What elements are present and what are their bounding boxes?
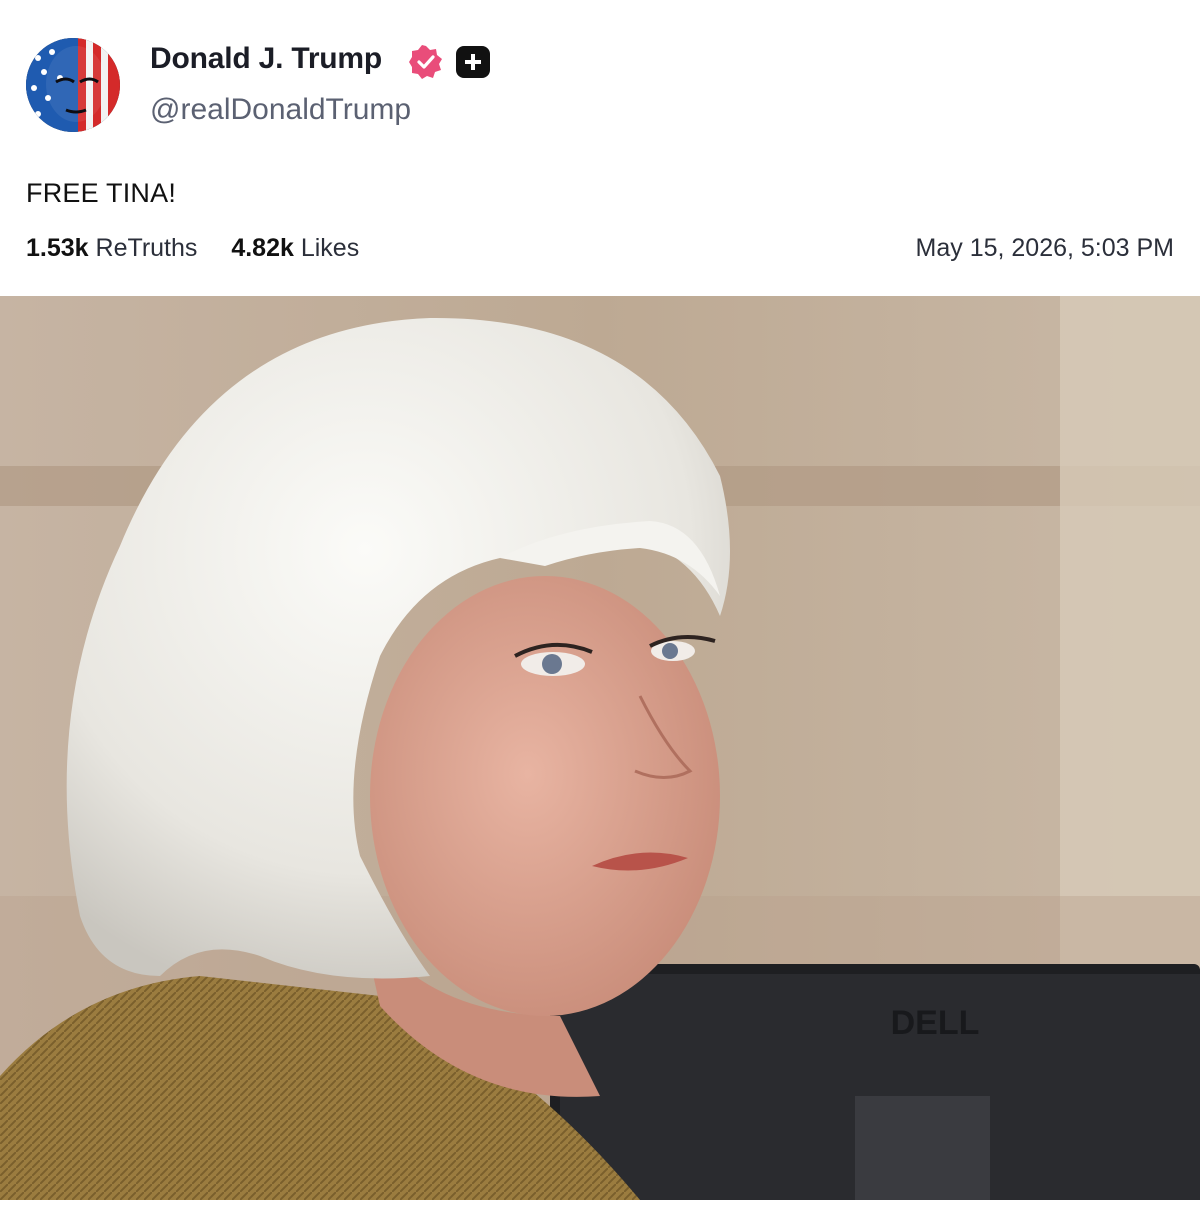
post-header: Donald J. Trump @realDonaldTrump FREE TI…	[0, 0, 1200, 296]
display-name[interactable]: Donald J. Trump	[150, 42, 382, 76]
truth-post: Donald J. Trump @realDonaldTrump FREE TI…	[0, 0, 1200, 1200]
post-timestamp[interactable]: May 15, 2026, 5:03 PM	[916, 234, 1174, 263]
avatar-flag-face-image	[26, 38, 120, 132]
likes-label[interactable]: Likes	[301, 234, 359, 262]
verified-badge-icon	[409, 45, 442, 79]
post-text: FREE TINA!	[26, 178, 177, 208]
post-image[interactable]: DELL	[0, 296, 1200, 1200]
monitor-brand-text: DELL	[891, 1004, 980, 1042]
post-photo: DELL	[0, 296, 1200, 1200]
plus-badge-icon	[456, 46, 490, 78]
avatar[interactable]	[26, 38, 120, 132]
retruths-label[interactable]: ReTruths	[96, 234, 198, 262]
user-handle[interactable]: @realDonaldTrump	[150, 93, 411, 127]
likes-count[interactable]: 4.82k	[231, 234, 294, 262]
post-stats: 1.53k ReTruths 4.82k Likes	[26, 234, 359, 263]
retruths-count[interactable]: 1.53k	[26, 234, 89, 262]
